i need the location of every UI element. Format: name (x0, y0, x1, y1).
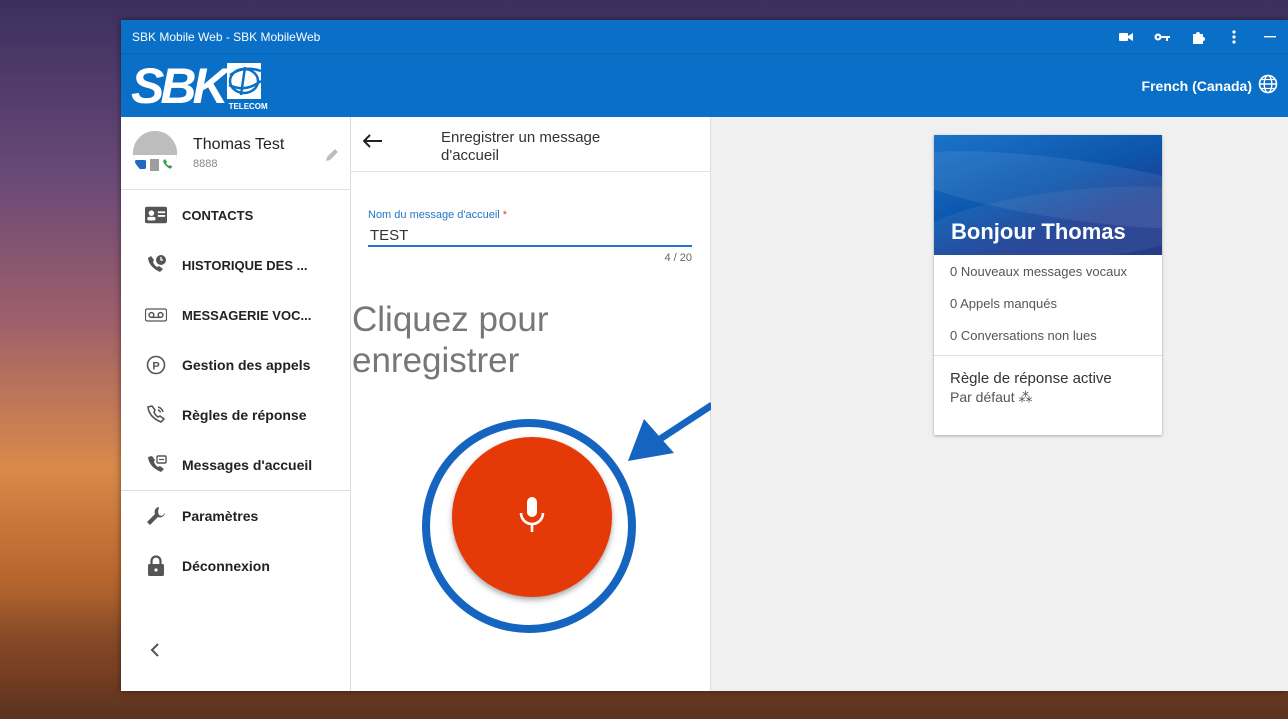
nav-item-call-management[interactable]: P Gestion des appels (121, 340, 350, 390)
edit-icon[interactable] (324, 147, 340, 166)
pointer-arrow-icon (628, 402, 714, 461)
title-actions (1108, 20, 1288, 53)
language-label: French (Canada) (1141, 77, 1252, 94)
greeting-name-field: Nom du message d'accueil * TEST 4 / 20 (368, 209, 692, 264)
field-label: Nom du message d'accueil * (368, 209, 508, 221)
nav-label-call-management: Gestion des appels (182, 357, 311, 373)
welcome-greeting: Bonjour Thomas (951, 219, 1126, 244)
minimize-icon[interactable] (1252, 20, 1288, 53)
logo-mark: TELECOM (226, 61, 268, 111)
microphone-icon (517, 495, 547, 540)
nav-label-contacts: CONTACTS (182, 207, 254, 223)
call-history-icon (145, 254, 167, 276)
logo-text: SBK (131, 58, 229, 114)
greeting-name-input[interactable]: TEST (368, 227, 692, 247)
app-window: SBK Mobile Web - SBK MobileWeb SBK TELEC… (121, 20, 1288, 691)
active-rule-label: Règle de réponse active (950, 370, 1112, 387)
avatar (133, 131, 177, 175)
nav-label-settings: Paramètres (182, 508, 259, 524)
app-header: SBK TELECOM French (Canada) (121, 53, 1288, 118)
record-prompt: Cliquez pour enregistrer (352, 300, 549, 380)
nav-item-settings[interactable]: Paramètres (121, 491, 350, 541)
phone-forward-icon (145, 404, 167, 426)
more-vert-icon[interactable] (1216, 20, 1252, 53)
nav-menu: CONTACTS HISTORIQUE DES ... MESSAGERIE V… (121, 190, 350, 490)
language-selector[interactable]: French (Canada) (1142, 74, 1278, 97)
profile-name: Thomas Test (193, 136, 285, 153)
puzzle-icon[interactable] (1180, 20, 1216, 53)
greeting-record-panel: Enregistrer un message d'accueil Nom du … (351, 117, 714, 691)
nav-label-greetings: Messages d'accueil (182, 457, 313, 473)
panel-title: Enregistrer un message d'accueil (441, 129, 601, 164)
user-profile[interactable]: Thomas Test 8888 (121, 117, 350, 190)
svg-text:P: P (152, 361, 159, 373)
nav-label-voicemail: MESSAGERIE VOC... (182, 307, 312, 323)
nav-item-greetings[interactable]: Messages d'accueil (121, 440, 350, 490)
voicemail-icon (145, 304, 167, 326)
collapse-sidebar-icon[interactable] (149, 642, 161, 663)
window-title: SBK Mobile Web - SBK MobileWeb (132, 29, 321, 44)
char-counter: 4 / 20 (664, 252, 692, 264)
logo-subtext: TELECOM (228, 102, 268, 111)
sidebar: Thomas Test 8888 CONTACTS HISTORIQUE DES… (121, 117, 351, 691)
stat-unread-conversations[interactable]: 0 Conversations non lues (934, 319, 1162, 351)
nav-menu-secondary: Paramètres Déconnexion (121, 491, 350, 591)
active-rule-value[interactable]: Par défaut ⁂ (934, 389, 1162, 406)
nav-label-answer-rules: Règles de réponse (182, 407, 307, 423)
nav-item-history[interactable]: HISTORIQUE DES ... (121, 240, 350, 290)
sbk-logo: SBK TELECOM (131, 58, 268, 114)
panel-header: Enregistrer un message d'accueil (351, 117, 710, 172)
nav-item-contacts[interactable]: CONTACTS (121, 190, 350, 240)
dashboard-area: Bonjour Thomas 0 Nouveaux messages vocau… (711, 117, 1288, 691)
key-icon[interactable] (1144, 20, 1180, 53)
title-bar: SBK Mobile Web - SBK MobileWeb (121, 20, 1288, 53)
nav-label-history: HISTORIQUE DES ... (182, 257, 308, 273)
back-arrow-icon[interactable] (362, 131, 383, 154)
stat-missed-calls[interactable]: 0 Appels manqués (934, 287, 1162, 319)
parking-icon: P (145, 354, 167, 376)
lock-icon (145, 555, 167, 577)
required-marker: * (502, 209, 508, 221)
wrench-icon (145, 505, 167, 527)
welcome-card: Bonjour Thomas 0 Nouveaux messages vocau… (934, 135, 1162, 435)
video-icon[interactable] (1108, 20, 1144, 53)
profile-extension: 8888 (193, 158, 218, 170)
card-banner: Bonjour Thomas (934, 135, 1162, 255)
card-divider (934, 355, 1162, 356)
stat-voicemails[interactable]: 0 Nouveaux messages vocaux (934, 255, 1162, 287)
contacts-icon (145, 204, 167, 226)
main-content: Thomas Test 8888 CONTACTS HISTORIQUE DES… (121, 117, 1288, 691)
nav-item-answer-rules[interactable]: Règles de réponse (121, 390, 350, 440)
nav-item-logout[interactable]: Déconnexion (121, 541, 350, 591)
nav-item-voicemail[interactable]: MESSAGERIE VOC... (121, 290, 350, 340)
phone-message-icon (145, 454, 167, 476)
nav-label-logout: Déconnexion (182, 558, 270, 574)
globe-icon (1258, 74, 1278, 97)
record-button[interactable] (452, 437, 612, 597)
